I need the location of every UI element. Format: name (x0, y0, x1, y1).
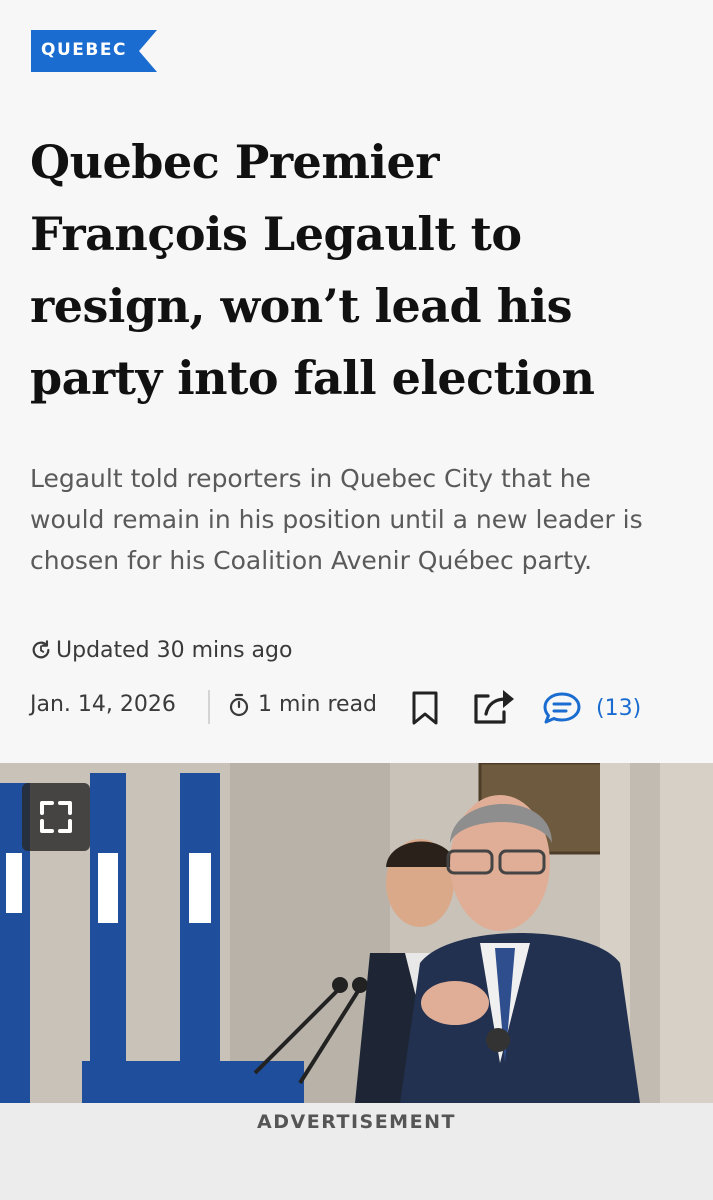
publish-date: Jan. 14, 2026 (30, 692, 176, 717)
headline: Quebec Premier François Legault to resig… (30, 126, 690, 414)
updated-timestamp: Updated 30 mins ago (30, 632, 292, 668)
section-tag-label: QUEBEC (41, 40, 127, 60)
read-time-label: 1 min read (258, 692, 378, 717)
advertisement-banner: ADVERTISEMENT (0, 1103, 713, 1200)
section-tag-quebec[interactable]: QUEBEC (31, 30, 157, 72)
hero-photo[interactable] (0, 763, 713, 1103)
share-icon[interactable] (470, 686, 516, 726)
headline-line: party into fall election (30, 351, 595, 405)
article-dek: Legault told reporters in Quebec City th… (30, 458, 690, 581)
advertisement-label: ADVERTISEMENT (257, 1111, 456, 1133)
updated-label: Updated 30 mins ago (56, 637, 293, 663)
expand-image-button[interactable] (22, 783, 90, 851)
dek-line: Legault told reporters in Quebec City th… (30, 464, 591, 493)
comments-count: (13) (596, 695, 642, 721)
article-meta-bar: Jan. 14, 2026 1 min read (13) (30, 686, 670, 730)
article-header: QUEBEC Quebec Premier François Legault t… (0, 0, 713, 763)
bookmark-icon[interactable] (410, 690, 440, 726)
comment-bubble-icon (543, 692, 581, 724)
dek-line: chosen for his Coalition Avenir Québec p… (30, 546, 593, 575)
refresh-icon (32, 640, 50, 659)
meta-divider (208, 690, 210, 724)
headline-line: resign, won’t lead his (30, 279, 573, 333)
headline-line: François Legault to (30, 207, 522, 261)
comments-button[interactable]: (13) (542, 690, 641, 726)
hero-photo-illustration (0, 763, 713, 1103)
dek-line: would remain in his position until a new… (30, 505, 643, 534)
stopwatch-icon (229, 693, 249, 716)
headline-line: Quebec Premier (30, 135, 439, 189)
read-time: 1 min read (228, 692, 377, 717)
expand-icon (40, 801, 72, 833)
